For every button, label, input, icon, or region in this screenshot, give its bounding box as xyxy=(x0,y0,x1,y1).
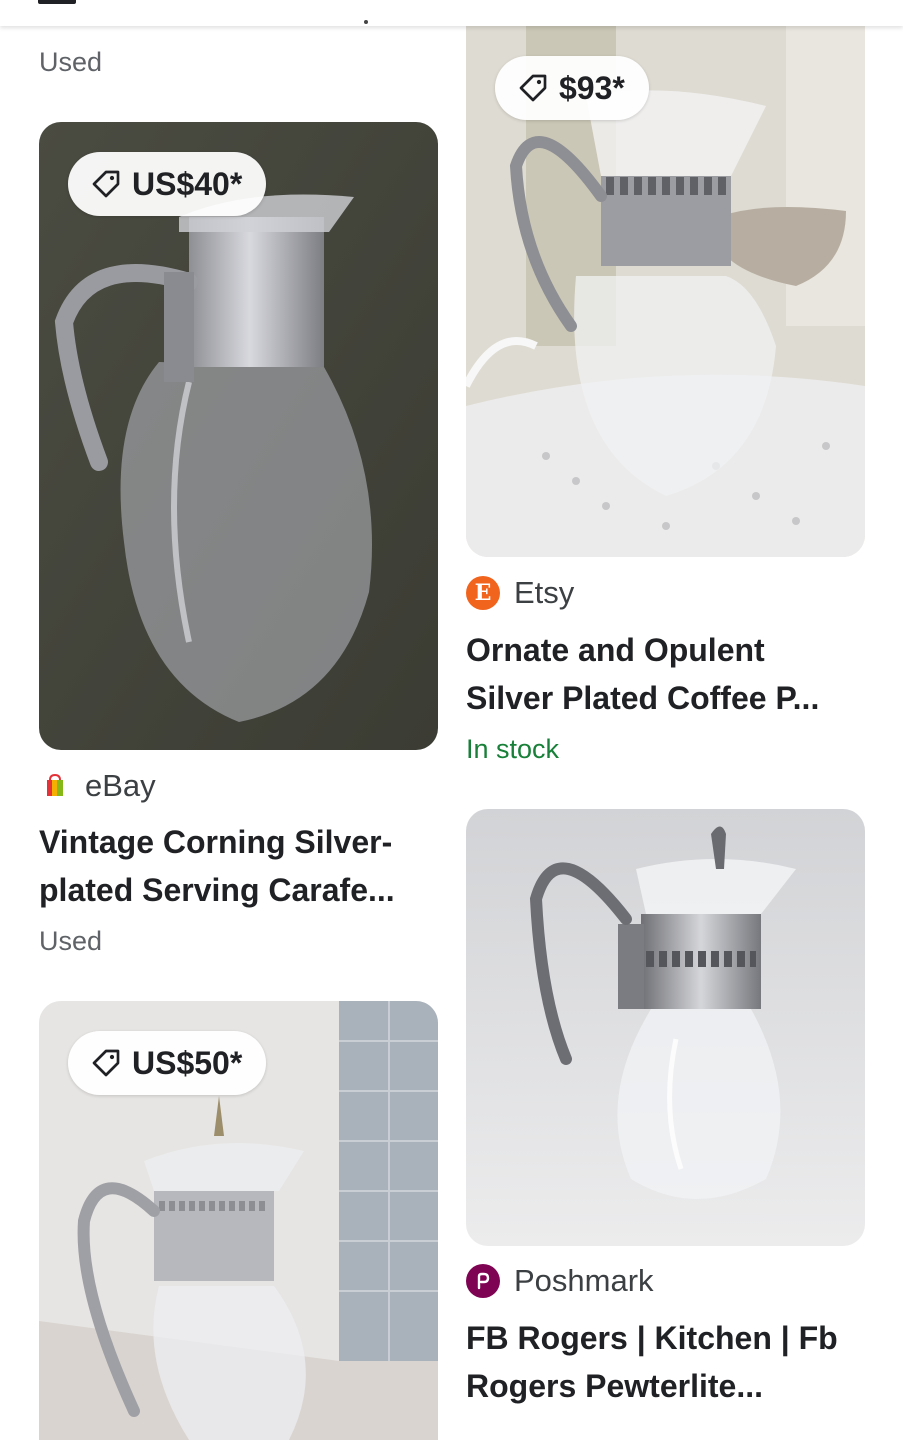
price-tag-etsy: $93* xyxy=(495,56,649,120)
product-title-poshmark[interactable]: FB Rogers | Kitchen | Fb Rogers Pewterli… xyxy=(466,1314,865,1410)
price-tag-icon xyxy=(92,1049,120,1077)
poshmark-p-icon xyxy=(477,1272,490,1290)
price-tag-icon xyxy=(519,74,547,102)
poshmark-logo-icon xyxy=(466,1264,500,1298)
merchant-name: eBay xyxy=(85,768,156,803)
top-app-bar xyxy=(0,0,903,26)
price-tag-icon xyxy=(92,170,120,198)
title-line: Ornate and Opulent xyxy=(466,632,765,668)
price-text: $93* xyxy=(559,69,625,106)
condition-label: Used xyxy=(39,926,103,956)
divider-dot xyxy=(364,20,368,24)
availability-status: In stock xyxy=(466,734,560,764)
price-tag-carafe-2: US$50* xyxy=(68,1031,267,1095)
title-line: Silver Plated Coffee P... xyxy=(466,680,820,716)
price-tag-ebay: US$40* xyxy=(68,152,267,216)
menu-handle-icon[interactable] xyxy=(38,0,76,4)
merchant-name: Poshmark xyxy=(514,1263,654,1298)
carafe-photo xyxy=(466,809,865,1246)
price-text: US$50* xyxy=(132,1044,243,1081)
product-title-etsy[interactable]: Ornate and Opulent Silver Plated Coffee … xyxy=(466,626,865,722)
shopping-results-page: Used US$40* eBay Vintage Corning Silver-… xyxy=(0,0,903,1440)
merchant-row-poshmark[interactable]: Poshmark xyxy=(466,1261,654,1301)
price-text: US$40* xyxy=(132,165,243,202)
title-line: Vintage Corning Silver- xyxy=(39,824,393,860)
carafe-photo xyxy=(39,122,438,750)
product-image-ebay-carafe[interactable] xyxy=(39,122,438,750)
title-line: FB Rogers | Kitchen | Fb xyxy=(466,1320,838,1356)
product-title-ebay[interactable]: Vintage Corning Silver- plated Serving C… xyxy=(39,818,438,914)
title-line: Rogers Pewterlite... xyxy=(466,1368,763,1404)
title-line: plated Serving Carafe... xyxy=(39,872,395,908)
ebay-bag-icon xyxy=(47,773,63,796)
merchant-row-ebay[interactable]: eBay xyxy=(39,766,156,806)
etsy-logo-icon: E xyxy=(466,576,500,610)
product-image-poshmark-carafe[interactable] xyxy=(466,809,865,1246)
merchant-row-etsy[interactable]: E Etsy xyxy=(466,573,574,613)
condition-label: Used xyxy=(39,47,103,77)
merchant-name: Etsy xyxy=(514,575,575,610)
